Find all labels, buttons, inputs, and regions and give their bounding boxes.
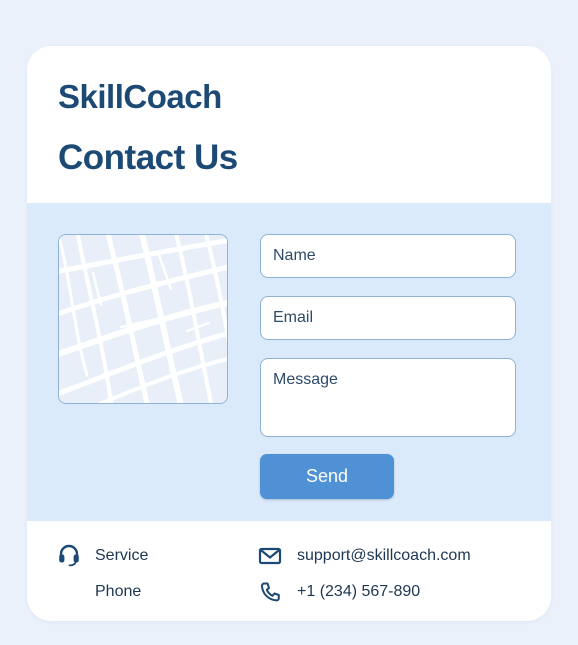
email-input[interactable] <box>260 296 516 340</box>
support-email-link[interactable]: support@skillcoach.com <box>297 547 471 565</box>
send-button[interactable]: Send <box>260 454 394 499</box>
name-input[interactable] <box>260 234 516 278</box>
headset-icon <box>59 544 79 567</box>
contact-card: SkillCoach Contact Us Name Email Message… <box>27 46 551 621</box>
message-textarea[interactable] <box>260 358 516 437</box>
brand-name: SkillCoach <box>58 78 222 115</box>
page-title: Contact Us <box>58 138 238 177</box>
phone-label: Phone <box>95 583 142 600</box>
contact-form-section: Send <box>27 203 551 521</box>
phone-icon <box>260 582 280 602</box>
map-icon <box>58 234 228 404</box>
service-label: Service <box>95 547 149 564</box>
mail-icon <box>258 547 282 565</box>
support-phone-link[interactable]: +1 (234) 567-890 <box>297 583 420 601</box>
